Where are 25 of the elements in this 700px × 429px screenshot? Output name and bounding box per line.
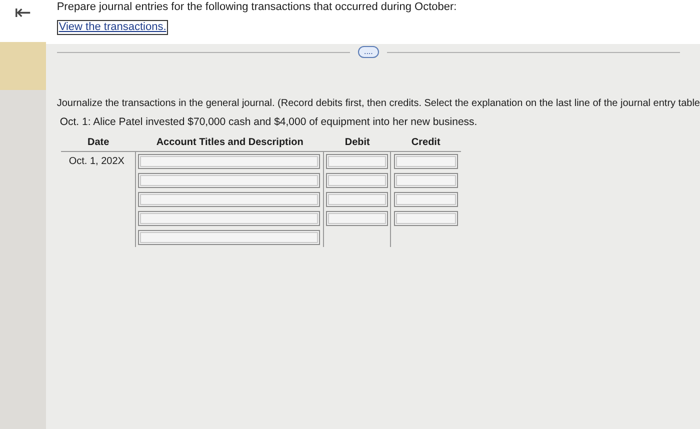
input-field[interactable]	[138, 230, 320, 245]
input-field[interactable]	[138, 154, 320, 169]
input-field[interactable]	[394, 211, 458, 226]
transactions-link[interactable]: View the transactions.	[56, 20, 168, 35]
prompt-text: Prepare journal entries for the following transactions that occurred during October:	[56, 1, 458, 14]
input-field[interactable]	[394, 173, 458, 188]
date-cell-text: Oct. 1, 202X	[68, 155, 124, 169]
instructions-text: Journalize the transactions in the general journal. (Record debits first, then credits. Select the explanation on the last line of the journal entry table	[56, 98, 700, 110]
column-header: Credit	[410, 136, 442, 150]
back-icon[interactable]: ⇤	[14, 3, 32, 23]
transaction-text: Oct. 1: Alice Patel invested $70,000 cash and $4,000 of equipment into her new business.	[60, 116, 478, 128]
input-field[interactable]	[394, 192, 458, 207]
input-field[interactable]	[138, 192, 320, 207]
column-header: Date	[86, 136, 110, 150]
input-field[interactable]	[326, 211, 388, 226]
column-header: Debit	[344, 136, 371, 150]
input-field[interactable]	[138, 173, 320, 188]
sidebar-highlight	[0, 42, 46, 90]
column-header: Account Titles and Description	[155, 136, 304, 150]
input-field[interactable]	[326, 154, 388, 169]
more-button[interactable]: ....	[358, 46, 379, 58]
input-field[interactable]	[326, 192, 388, 207]
input-field[interactable]	[394, 154, 458, 169]
input-field[interactable]	[326, 173, 388, 188]
input-field[interactable]	[138, 211, 320, 226]
